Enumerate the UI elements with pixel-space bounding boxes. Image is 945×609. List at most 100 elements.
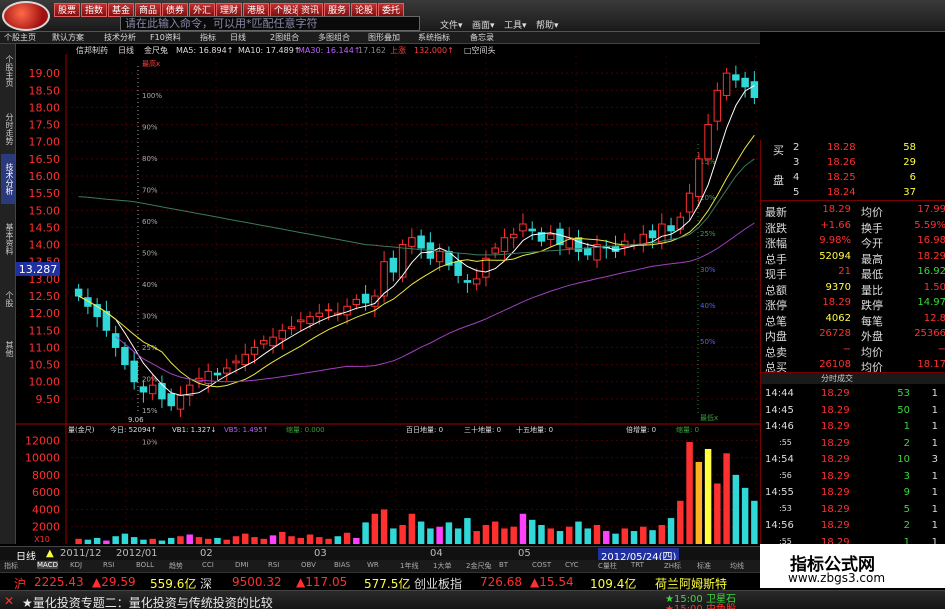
top-button-6[interactable]: 理财 <box>216 3 243 17</box>
indicator-tab[interactable]: 指标 <box>4 561 18 571</box>
indicator-tab[interactable]: 1大单 <box>433 561 451 571</box>
toolbar-item-9[interactable]: 系统指标 <box>418 32 450 44</box>
toolbar-item-4[interactable]: 指标 <box>200 32 216 44</box>
top-button-11[interactable]: 论股 <box>351 3 378 17</box>
candle-body <box>213 372 222 376</box>
left-tab-4[interactable]: 个股 <box>1 274 15 324</box>
stat-row: 涨幅 9.98% 今开 16.98 <box>761 233 945 250</box>
price-tick-label: 18.50 <box>29 84 61 97</box>
indicator-tab[interactable]: CCI <box>202 561 214 569</box>
indicator-tab[interactable]: KDJ <box>70 561 82 569</box>
top-button-2[interactable]: 基金 <box>108 3 135 17</box>
menu-0[interactable]: 文件▾ <box>440 18 463 31</box>
volume-bar <box>306 534 314 544</box>
menu-3[interactable]: 帮助▾ <box>536 18 559 31</box>
indicator-tab[interactable]: RSI <box>103 561 114 569</box>
indicator-tab[interactable]: CYC <box>565 561 579 569</box>
volume-tick-label: 6000 <box>32 486 60 499</box>
ticks-header[interactable]: 分时成交 <box>761 372 945 384</box>
left-tab-1[interactable]: 分时走势 <box>1 104 15 154</box>
left-tab-0[interactable]: 个股主页 <box>1 46 15 96</box>
indicator-tab[interactable]: 标准 <box>697 561 711 571</box>
volume-bar <box>575 521 582 544</box>
top-button-10[interactable]: 服务 <box>324 3 351 17</box>
left-tab-5[interactable]: 其他 <box>1 324 15 374</box>
top-button-1[interactable]: 指数 <box>81 3 108 17</box>
toolbar-item-6[interactable]: 2图组合 <box>270 32 299 44</box>
indicator-tab[interactable]: C量柱 <box>598 561 617 571</box>
date-label: 05 <box>518 548 531 559</box>
stat-value: 18.17 <box>917 359 945 370</box>
volume-bar <box>454 528 462 544</box>
top-button-7[interactable]: 港股 <box>243 3 270 17</box>
indicator-tab[interactable]: 趋势 <box>169 561 183 571</box>
left-tab-3[interactable]: 基本资料 <box>1 214 15 264</box>
candle-body <box>408 237 416 247</box>
ticks-title: 分时成交 <box>821 374 853 383</box>
indicator-tab[interactable]: COST <box>532 561 551 569</box>
candle-body <box>139 386 148 393</box>
stat-row: 总买 26108 均价 18.17 <box>761 357 945 374</box>
top-button-4[interactable]: 债券 <box>162 3 189 17</box>
news-right-2[interactable]: ★15:00 中色股 <box>665 600 736 609</box>
indicator-tab[interactable]: OBV <box>301 561 316 569</box>
stat-value: 9.98% <box>819 235 851 246</box>
price-tick-label: 10.50 <box>29 359 61 372</box>
tick-count: 1 <box>931 503 938 515</box>
app-logo-icon[interactable] <box>2 1 50 31</box>
pct-right-label: 25% <box>700 230 716 238</box>
indicator-tab[interactable]: 2金尺兔 <box>466 561 491 571</box>
toolbar-item-10[interactable]: 备忘录 <box>470 32 494 44</box>
toolbar-item-0[interactable]: 个股主页 <box>4 32 36 44</box>
indicator-tab[interactable]: BIAS <box>334 561 350 569</box>
toolbar-item-5[interactable]: 日线 <box>230 32 246 44</box>
menu-2[interactable]: 工具▾ <box>504 18 527 31</box>
indicator-tab[interactable]: RSI <box>268 561 279 569</box>
toolbar-item-8[interactable]: 图形叠加 <box>368 32 400 44</box>
candle-body <box>713 89 722 122</box>
top-button-0[interactable]: 股票 <box>54 3 81 17</box>
indicator-tab[interactable]: ZH标 <box>664 561 681 571</box>
indicator-tab[interactable]: BT <box>499 561 508 569</box>
volume-bar <box>686 442 693 544</box>
indicator-tab[interactable]: DMI <box>235 561 249 569</box>
top-button-5[interactable]: 外汇 <box>189 3 216 17</box>
volume-tick-label: 2000 <box>32 521 60 534</box>
news-ticker[interactable]: ★量化投资专题二：量化投资与传统投资的比较 ✕★15:00 卫星石★15:00 … <box>0 590 945 609</box>
candle-body <box>695 158 703 198</box>
left-tab-2[interactable]: 技术分析 <box>1 154 15 204</box>
top-button-9[interactable]: 资讯 <box>297 3 324 17</box>
tick-time: 14:55 <box>765 487 794 498</box>
volume-tick-label: 12000 <box>25 434 60 447</box>
bid-price: 18.28 <box>827 142 856 153</box>
kline-chart[interactable]: 信邦制药 日线 金尺兔 MA5: 16.894↑ MA10: 17.489↑MA30: … <box>16 44 760 546</box>
indicator-tab[interactable]: MACD <box>37 561 58 569</box>
volume-bar <box>464 518 471 544</box>
top-button-3[interactable]: 商品 <box>135 3 162 17</box>
candle-body <box>704 124 712 160</box>
indicator-tab[interactable]: 均线 <box>730 561 744 571</box>
site-watermark: 指标公式网 www.zbgs3.com <box>760 544 945 588</box>
command-input[interactable]: 请在此输入命令，可以用*匹配任意字符 <box>120 16 420 31</box>
indicator-tab[interactable]: TRT <box>631 561 644 569</box>
candle-body <box>584 247 592 256</box>
tick-count: 1 <box>931 421 938 432</box>
toolbar-item-2[interactable]: 技术分析 <box>104 32 136 44</box>
index-field-2: ▲29.59 <box>92 575 136 589</box>
menu-1[interactable]: 画面▾ <box>472 18 495 31</box>
news-headline[interactable]: ★量化投资专题二：量化投资与传统投资的比较 <box>22 594 273 609</box>
tick-count: 3 <box>931 454 938 465</box>
period-triangle-icon[interactable]: ▲ <box>46 548 54 559</box>
indicator-tab[interactable]: WR <box>367 561 379 569</box>
toolbar-item-7[interactable]: 多图组合 <box>318 32 350 44</box>
toolbar-item-1[interactable]: 默认方案 <box>52 32 84 44</box>
toolbar-item-3[interactable]: F10资料 <box>150 32 181 44</box>
indicator-tab[interactable]: 1年线 <box>400 561 418 571</box>
legend-item-2: 金尺兔 <box>144 45 168 55</box>
stat-value: 26108 <box>819 359 851 370</box>
top-button-12[interactable]: 委托 <box>378 3 405 17</box>
volume-header-item-5: 百日地量: 0 <box>406 425 443 434</box>
tick-volume: 9 <box>903 487 910 498</box>
indicator-tab[interactable]: BOLL <box>136 561 154 569</box>
news-arrow-icon[interactable]: ✕ <box>4 594 14 608</box>
